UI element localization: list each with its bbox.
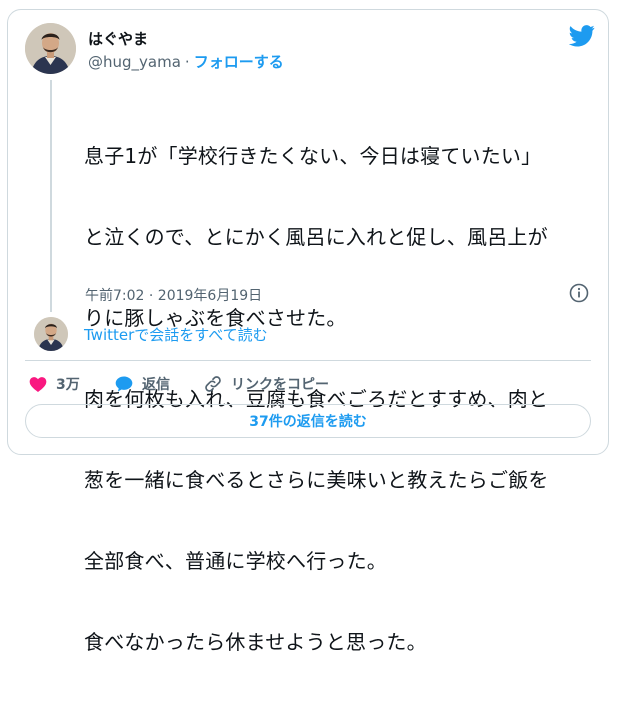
thread-line [50,80,52,312]
tweet-timestamp[interactable]: 午前7:02 · 2019年6月19日 [85,285,262,305]
copy-link-label: リンクをコピー [231,377,329,393]
like-button[interactable]: 3万 [28,373,80,395]
author-handle[interactable]: @hug_yama [88,53,181,71]
tweet-line: 葱を一緒に食べるとさらに美味いと教えたらご飯を [84,468,549,492]
link-icon [205,376,221,392]
divider [25,360,591,361]
heart-icon [29,377,47,392]
reply-bubble-icon [115,376,133,392]
tweet-line: 全部食べ、普通に学校へ行った。 [84,549,387,573]
like-count: 3万 [56,377,80,393]
reply-button[interactable]: 返信 [114,373,170,395]
tweet-line: 食べなかったら休ませようと思った。 [84,630,427,654]
author-avatar[interactable] [25,23,76,74]
tweet-line: 息子1が「学校行きたくない、今日は寝ていたい」 [84,144,542,168]
tweet-text: 息子1が「学校行きたくない、今日は寝ていたい」 と泣くので、とにかく風呂に入れと… [84,89,599,710]
copy-link-button[interactable]: リンクをコピー [203,373,329,395]
tweet-line: と泣くので、とにかく風呂に入れと促し、風呂上が [84,225,548,249]
read-conversation-link[interactable]: Twitterで会話をすべて読む [84,324,268,345]
info-icon[interactable] [569,283,589,303]
separator-dot: · [184,53,190,71]
twitter-bird-icon[interactable] [569,25,595,47]
author-handle-row: @hug_yama · フォローする [88,51,284,72]
read-replies-button[interactable]: 37件の返信を読む [25,404,591,438]
author-display-name[interactable]: はぐやま [88,28,148,49]
reply-label: 返信 [142,377,170,393]
follow-button[interactable]: フォローする [194,53,284,71]
conversation-avatar[interactable] [34,317,68,351]
tweet-card: はぐやま @hug_yama · フォローする 息子1が「学校行きたくない、今日は寝… [7,9,609,654]
